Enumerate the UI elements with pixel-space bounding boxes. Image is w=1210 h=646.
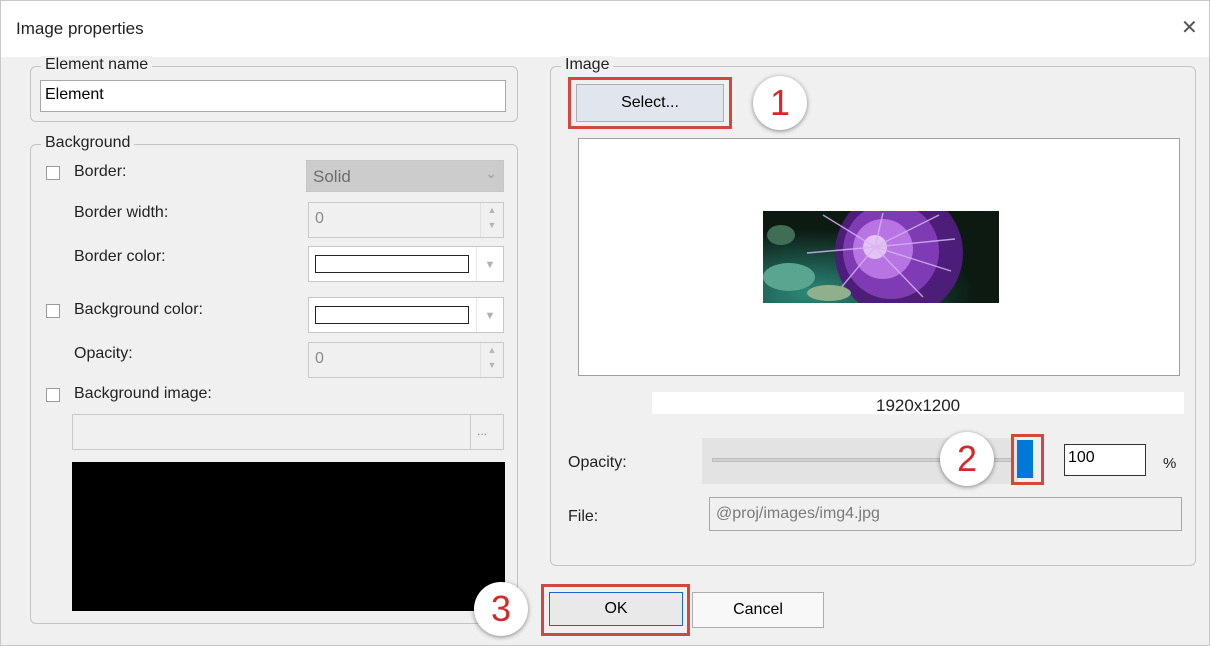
border-width-label: Border width: [74,204,169,221]
background-color-label: Background color: [74,301,203,318]
background-image-preview [72,462,505,611]
border-style-value: Solid [313,167,351,186]
image-preview [763,211,999,303]
background-image-browse-button[interactable]: ... [470,414,504,450]
spin-arrows-icon: ▲ ▼ [480,343,503,377]
border-color-label: Border color: [74,248,166,265]
background-image-label: Background image: [74,385,212,402]
dropdown-arrow-icon: ▼ [476,247,503,281]
image-opacity-input[interactable]: 100 [1064,444,1146,476]
slider-thumb-highlight [1011,434,1044,485]
annotation-badge-2: 2 [940,432,994,486]
ok-button-highlight [541,584,690,636]
background-image-path[interactable] [72,414,472,450]
border-checkbox[interactable] [46,166,60,180]
border-width-stepper[interactable]: 0 ▲ ▼ [308,202,504,238]
file-label: File: [568,508,599,525]
background-color-checkbox[interactable] [46,304,60,318]
border-color-swatch [315,255,469,273]
title-bar: Image properties ✕ [1,1,1209,57]
close-icon[interactable]: ✕ [1181,15,1198,40]
element-name-legend: Element name [41,56,153,74]
background-color-picker[interactable]: ▼ [308,297,504,333]
cancel-button[interactable]: Cancel [692,592,824,628]
image-legend: Image [561,56,614,74]
file-path-field[interactable]: @proj/images/img4.jpg [709,497,1182,531]
background-image-checkbox[interactable] [46,388,60,402]
annotation-badge-1: 1 [753,76,807,130]
background-opacity-stepper[interactable]: 0 ▲ ▼ [308,342,504,378]
border-style-dropdown[interactable]: Solid ⌄ [306,160,504,192]
image-opacity-label: Opacity: [568,454,627,471]
dialog-title: Image properties [16,19,144,38]
border-width-value: 0 [315,210,324,227]
spin-arrows-icon: ▲ ▼ [480,203,503,237]
background-legend: Background [41,134,135,152]
select-button-highlight [568,77,732,129]
border-label: Border: [74,163,127,180]
image-dimensions: 1920x1200 [876,396,961,415]
border-color-picker[interactable]: ▼ [308,246,504,282]
background-color-swatch [315,306,469,324]
annotation-badge-3: 3 [474,582,528,636]
element-name-input[interactable]: Element [40,80,506,112]
percent-unit: % [1163,455,1177,472]
chevron-down-icon: ⌄ [485,165,497,181]
opacity-label: Opacity: [74,345,133,362]
background-opacity-value: 0 [315,350,324,367]
dropdown-arrow-icon: ▼ [476,298,503,332]
